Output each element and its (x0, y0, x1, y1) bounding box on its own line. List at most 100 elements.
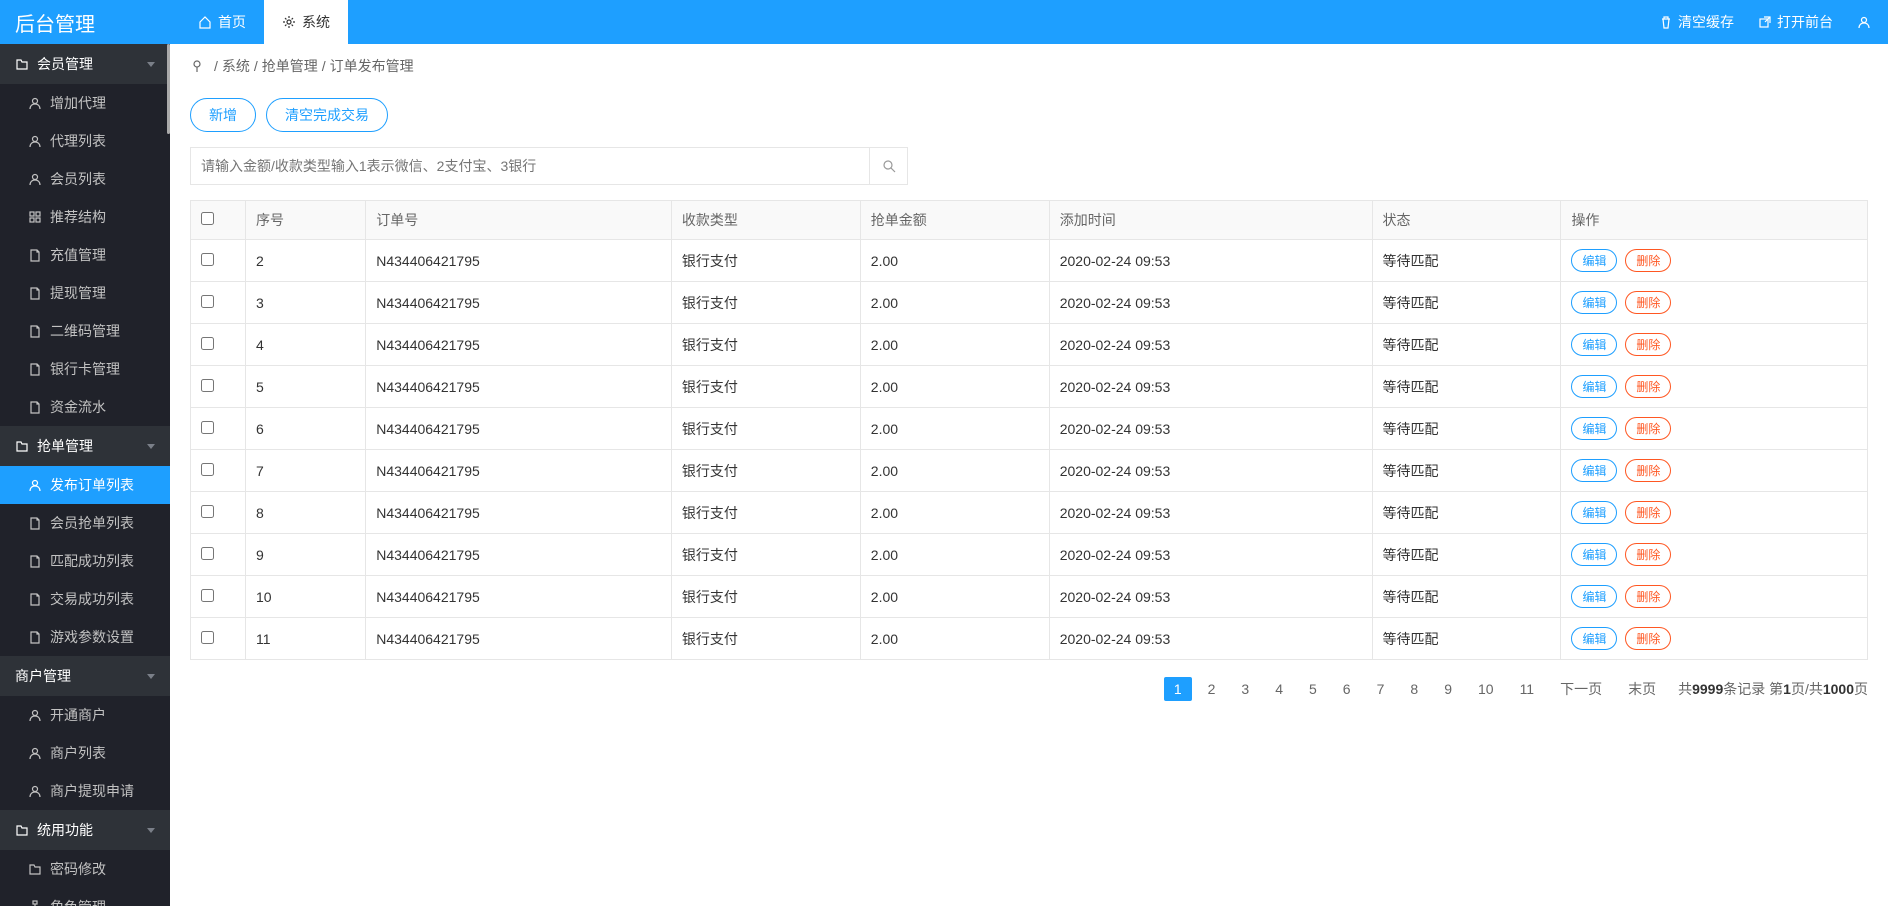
tab-gear[interactable]: 系统 (264, 0, 348, 44)
clear-completed-button[interactable]: 清空完成交易 (266, 98, 388, 132)
cell-time: 2020-02-24 09:53 (1049, 240, 1372, 282)
tab-home[interactable]: 首页 (180, 0, 264, 44)
row-checkbox[interactable] (201, 547, 214, 560)
cell-pay-type: 银行支付 (671, 618, 860, 660)
page-last[interactable]: 末页 (1618, 675, 1666, 703)
add-button[interactable]: 新增 (190, 98, 256, 132)
row-checkbox[interactable] (201, 631, 214, 644)
chevron-down-icon (147, 828, 155, 833)
delete-button[interactable]: 删除 (1625, 627, 1671, 650)
header-action-user[interactable] (1845, 15, 1888, 29)
nav-group-header[interactable]: 会员管理 (0, 44, 170, 84)
row-checkbox[interactable] (201, 505, 214, 518)
delete-button[interactable]: 删除 (1625, 291, 1671, 314)
edit-button[interactable]: 编辑 (1571, 543, 1617, 566)
nav-item[interactable]: 提现管理 (0, 274, 170, 312)
page-number[interactable]: 8 (1400, 677, 1428, 701)
nav-item[interactable]: 银行卡管理 (0, 350, 170, 388)
row-checkbox[interactable] (201, 463, 214, 476)
delete-button[interactable]: 删除 (1625, 333, 1671, 356)
cell-actions: 编辑 删除 (1561, 240, 1868, 282)
nav-item[interactable]: 密码修改 (0, 850, 170, 888)
cell-actions: 编辑 删除 (1561, 534, 1868, 576)
nav-item[interactable]: 二维码管理 (0, 312, 170, 350)
col-status: 状态 (1372, 201, 1561, 240)
edit-button[interactable]: 编辑 (1571, 333, 1617, 356)
search-input[interactable] (190, 147, 870, 185)
nav-group-header[interactable]: 商户管理 (0, 656, 170, 696)
nav-item-label: 提现管理 (50, 283, 106, 303)
nav-item[interactable]: 商户提现申请 (0, 772, 170, 810)
page-number[interactable]: 5 (1299, 677, 1327, 701)
edit-button[interactable]: 编辑 (1571, 291, 1617, 314)
page-number[interactable]: 11 (1510, 677, 1545, 701)
nav-group-header[interactable]: 抢单管理 (0, 426, 170, 466)
search-button[interactable] (870, 147, 908, 185)
nav-item[interactable]: 发布订单列表 (0, 466, 170, 504)
table-row: 11 N434406421795 银行支付 2.00 2020-02-24 09… (191, 618, 1868, 660)
header-action-external[interactable]: 打开前台 (1746, 12, 1845, 32)
page-number[interactable]: 9 (1434, 677, 1462, 701)
chevron-down-icon (147, 674, 155, 679)
delete-button[interactable]: 删除 (1625, 375, 1671, 398)
row-checkbox[interactable] (201, 253, 214, 266)
edit-button[interactable]: 编辑 (1571, 501, 1617, 524)
page-number[interactable]: 7 (1367, 677, 1395, 701)
table-row: 9 N434406421795 银行支付 2.00 2020-02-24 09:… (191, 534, 1868, 576)
nav-item[interactable]: 交易成功列表 (0, 580, 170, 618)
nav-item[interactable]: 增加代理 (0, 84, 170, 122)
nav-item[interactable]: 充值管理 (0, 236, 170, 274)
delete-button[interactable]: 删除 (1625, 543, 1671, 566)
edit-button[interactable]: 编辑 (1571, 585, 1617, 608)
page-next[interactable]: 下一页 (1550, 675, 1612, 703)
select-all-checkbox[interactable] (201, 212, 214, 225)
header-right: 清空缓存打开前台 (1647, 0, 1888, 44)
user-icon (1857, 15, 1871, 29)
nav-group-title: 会员管理 (37, 54, 93, 74)
cell-seq: 5 (246, 366, 366, 408)
row-checkbox[interactable] (201, 295, 214, 308)
delete-button[interactable]: 删除 (1625, 501, 1671, 524)
page-number[interactable]: 10 (1468, 677, 1504, 701)
nav-item[interactable]: 游戏参数设置 (0, 618, 170, 656)
table-row: 8 N434406421795 银行支付 2.00 2020-02-24 09:… (191, 492, 1868, 534)
nav-item[interactable]: 代理列表 (0, 122, 170, 160)
cell-seq: 6 (246, 408, 366, 450)
row-checkbox[interactable] (201, 421, 214, 434)
delete-button[interactable]: 删除 (1625, 459, 1671, 482)
delete-button[interactable]: 删除 (1625, 249, 1671, 272)
cell-order-no: N434406421795 (366, 366, 672, 408)
nav-item[interactable]: 推荐结构 (0, 198, 170, 236)
edit-button[interactable]: 编辑 (1571, 417, 1617, 440)
header-action-trash[interactable]: 清空缓存 (1647, 12, 1746, 32)
row-checkbox[interactable] (201, 379, 214, 392)
nav-item[interactable]: 商户列表 (0, 734, 170, 772)
page-number[interactable]: 2 (1198, 677, 1226, 701)
nav-item[interactable]: 匹配成功列表 (0, 542, 170, 580)
edit-button[interactable]: 编辑 (1571, 459, 1617, 482)
edit-button[interactable]: 编辑 (1571, 375, 1617, 398)
nav-item[interactable]: 资金流水 (0, 388, 170, 426)
row-checkbox[interactable] (201, 589, 214, 602)
cell-status: 等待匹配 (1372, 450, 1561, 492)
col-seq: 序号 (246, 201, 366, 240)
breadcrumb-item[interactable]: 系统 (222, 56, 250, 76)
delete-button[interactable]: 删除 (1625, 417, 1671, 440)
cell-order-no: N434406421795 (366, 324, 672, 366)
page-number[interactable]: 4 (1265, 677, 1293, 701)
nav-item-label: 匹配成功列表 (50, 551, 134, 571)
nav-group-header[interactable]: 统用功能 (0, 810, 170, 850)
nav-item[interactable]: 会员抢单列表 (0, 504, 170, 542)
page-number[interactable]: 6 (1333, 677, 1361, 701)
edit-button[interactable]: 编辑 (1571, 249, 1617, 272)
nav-item-label: 二维码管理 (50, 321, 120, 341)
page-number[interactable]: 1 (1164, 677, 1192, 701)
nav-item[interactable]: 会员列表 (0, 160, 170, 198)
page-number[interactable]: 3 (1231, 677, 1259, 701)
edit-button[interactable]: 编辑 (1571, 627, 1617, 650)
delete-button[interactable]: 删除 (1625, 585, 1671, 608)
nav-item[interactable]: 开通商户 (0, 696, 170, 734)
nav-item[interactable]: 角色管理 (0, 888, 170, 906)
breadcrumb-item[interactable]: 抢单管理 (262, 56, 318, 76)
row-checkbox[interactable] (201, 337, 214, 350)
